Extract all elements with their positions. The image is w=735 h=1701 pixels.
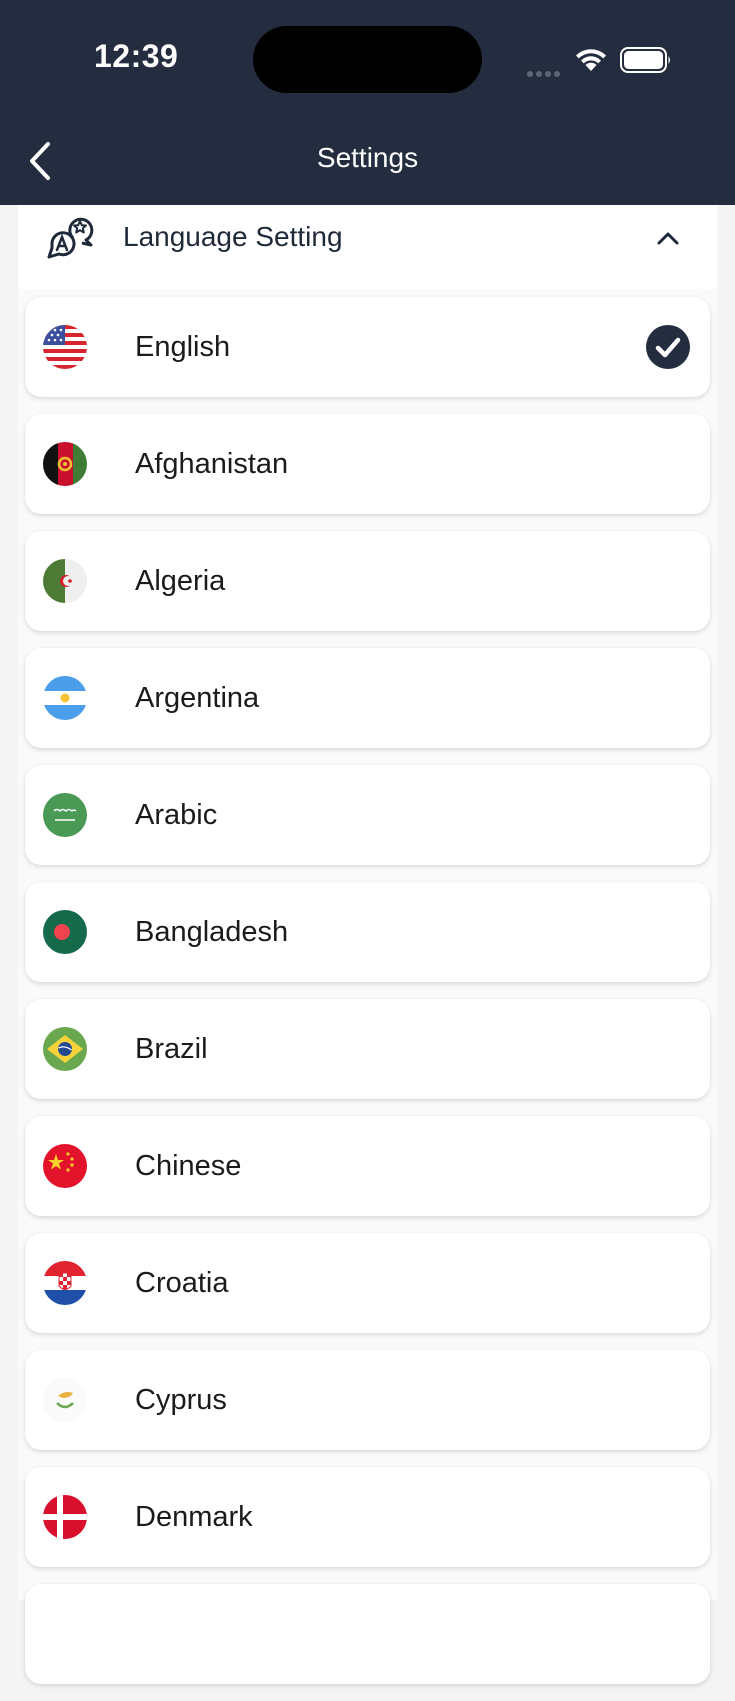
afghanistan-flag-icon: [43, 442, 87, 486]
language-label: Arabic: [135, 799, 218, 831]
language-item-arabic[interactable]: Arabic: [25, 765, 710, 865]
croatia-flag-icon: [43, 1261, 87, 1305]
language-label: Bangladesh: [135, 916, 289, 948]
dynamic-island: [253, 26, 482, 93]
cellular-signal-icon: [527, 64, 563, 82]
language-label: Algeria: [135, 565, 226, 597]
chevron-up-icon[interactable]: [653, 223, 683, 258]
translate-icon: [45, 210, 97, 267]
cyprus-flag-icon: [43, 1378, 87, 1422]
language-item-denmark[interactable]: Denmark: [25, 1467, 710, 1567]
language-label: Croatia: [135, 1267, 229, 1299]
language-item-afghanistan[interactable]: Afghanistan: [25, 414, 710, 514]
language-label: Afghanistan: [135, 448, 289, 480]
saudi-flag-icon: [43, 793, 87, 837]
page-title: Settings: [316, 142, 419, 173]
denmark-flag-icon: [43, 1495, 87, 1539]
language-label: Denmark: [135, 1501, 253, 1533]
language-item-bangladesh[interactable]: Bangladesh: [25, 882, 710, 982]
language-label: English: [135, 331, 231, 363]
china-flag-icon: [43, 1144, 87, 1188]
checkmark-icon: [646, 325, 690, 369]
algeria-flag-icon: [43, 559, 87, 603]
language-label: Brazil: [135, 1033, 208, 1065]
language-list: English Afghanistan Algeria Argentina Ar…: [25, 297, 710, 1701]
language-setting-header[interactable]: Language Setting: [18, 205, 717, 289]
brazil-flag-icon: [43, 1027, 87, 1071]
battery-icon: [620, 47, 672, 78]
argentina-flag-icon: [43, 676, 87, 720]
language-item-cyprus[interactable]: Cyprus: [25, 1350, 710, 1450]
wifi-icon: [575, 46, 607, 77]
language-item-algeria[interactable]: Algeria: [25, 531, 710, 631]
language-label: Cyprus: [135, 1384, 227, 1416]
us-flag-icon: [43, 325, 87, 369]
app-header: 12:39 Settings: [0, 0, 735, 205]
language-item-english[interactable]: English: [25, 297, 710, 397]
language-item-argentina[interactable]: Argentina: [25, 648, 710, 748]
language-item-chinese[interactable]: Chinese: [25, 1116, 710, 1216]
language-item-partial[interactable]: [25, 1584, 710, 1684]
language-item-croatia[interactable]: Croatia: [25, 1233, 710, 1333]
language-item-brazil[interactable]: Brazil: [25, 999, 710, 1099]
language-label: Chinese: [135, 1150, 242, 1182]
status-time: 12:39: [94, 38, 179, 74]
language-label: Argentina: [135, 682, 260, 714]
bangladesh-flag-icon: [43, 910, 87, 954]
section-title: Language Setting: [123, 221, 343, 252]
